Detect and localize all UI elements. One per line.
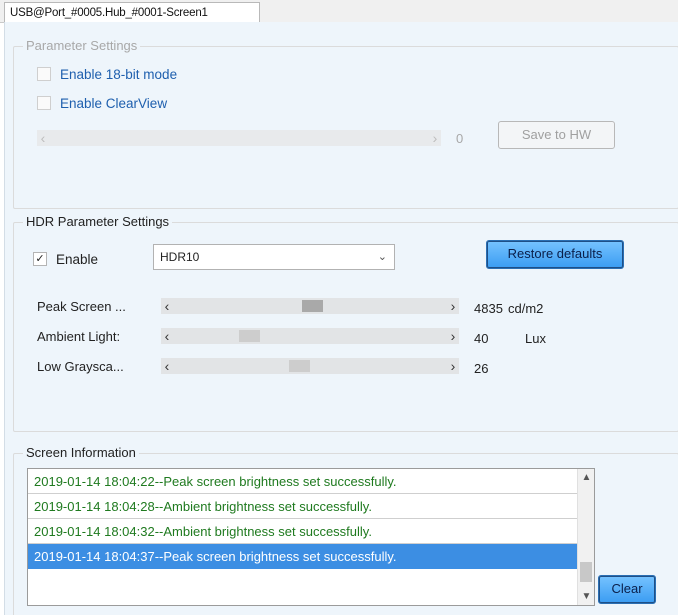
log-scrollbar-thumb[interactable] xyxy=(580,562,592,582)
log-scrollbar[interactable]: ▲ ▼ xyxy=(577,469,594,605)
ambient-light-thumb[interactable] xyxy=(238,330,260,342)
tab-strip: USB@Port_#0005.Hub_#0001-Screen1 xyxy=(0,0,678,24)
enable-clearview-checkbox[interactable] xyxy=(37,96,51,110)
ambient-light-unit: Lux xyxy=(525,331,546,346)
ambient-light-slider[interactable]: ‹ › xyxy=(161,328,459,344)
chevron-right-icon[interactable]: › xyxy=(447,328,459,344)
chevron-left-icon[interactable]: ‹ xyxy=(161,358,173,374)
chevron-right-icon[interactable]: › xyxy=(447,358,459,374)
screen-info-group: Screen Information 2019-01-14 18:04:22--… xyxy=(13,445,678,615)
ambient-light-value: 40 xyxy=(474,331,489,346)
peak-brightness-thumb[interactable] xyxy=(302,300,324,312)
hdr-settings-title: HDR Parameter Settings xyxy=(23,214,173,230)
parameter-settings-title: Parameter Settings xyxy=(23,38,141,54)
hdr-settings-group: HDR Parameter Settings ✓ Enable HDR10 ⌄ … xyxy=(13,214,678,432)
log-entry[interactable]: 2019-01-14 18:04:28--Ambient brightness … xyxy=(28,494,594,519)
enable-18bit-checkbox[interactable] xyxy=(37,67,51,81)
chevron-up-icon[interactable]: ▲ xyxy=(578,469,594,486)
chevron-left-icon[interactable]: ‹ xyxy=(37,130,49,146)
parameter-slider[interactable]: ‹ › xyxy=(37,130,441,146)
chevron-down-icon: ⌄ xyxy=(377,251,387,263)
low-grayscale-thumb[interactable] xyxy=(289,360,311,372)
chevron-right-icon[interactable]: › xyxy=(429,130,441,146)
chevron-down-icon[interactable]: ▼ xyxy=(578,588,594,605)
clear-button[interactable]: Clear xyxy=(598,575,656,604)
ambient-light-label: Ambient Light: xyxy=(37,329,121,344)
peak-brightness-label: Peak Screen ... xyxy=(37,299,126,314)
tab-screen1[interactable]: USB@Port_#0005.Hub_#0001-Screen1 xyxy=(4,2,260,24)
log-entry[interactable]: 2019-01-14 18:04:37--Peak screen brightn… xyxy=(28,544,594,569)
log-entry[interactable]: 2019-01-14 18:04:22--Peak screen brightn… xyxy=(28,469,594,494)
settings-panel: Parameter Settings Enable 18-bit mode En… xyxy=(4,22,678,615)
enable-18bit-row[interactable]: Enable 18-bit mode xyxy=(37,65,177,83)
chevron-left-icon[interactable]: ‹ xyxy=(161,298,173,314)
low-grayscale-value: 26 xyxy=(474,361,489,376)
screen-info-log[interactable]: 2019-01-14 18:04:22--Peak screen brightn… xyxy=(27,468,595,606)
hdr-enable-checkbox[interactable]: ✓ xyxy=(33,252,47,266)
hdr-mode-value: HDR10 xyxy=(160,250,200,264)
screen-info-title: Screen Information xyxy=(23,445,139,461)
chevron-left-icon[interactable]: ‹ xyxy=(161,328,173,344)
restore-defaults-button[interactable]: Restore defaults xyxy=(486,240,624,269)
log-entry[interactable]: 2019-01-14 18:04:32--Ambient brightness … xyxy=(28,519,594,544)
parameter-settings-group: Parameter Settings Enable 18-bit mode En… xyxy=(13,38,678,209)
enable-18bit-label: Enable 18-bit mode xyxy=(60,66,178,82)
chevron-right-icon[interactable]: › xyxy=(447,298,459,314)
enable-clearview-row[interactable]: Enable ClearView xyxy=(37,94,167,112)
low-grayscale-label: Low Graysca... xyxy=(37,359,124,374)
low-grayscale-slider[interactable]: ‹ › xyxy=(161,358,459,374)
hdr-enable-row[interactable]: ✓ Enable xyxy=(33,250,98,268)
peak-brightness-slider[interactable]: ‹ › xyxy=(161,298,459,314)
save-to-hw-button[interactable]: Save to HW xyxy=(498,121,615,149)
peak-brightness-unit: cd/m2 xyxy=(508,301,544,316)
hdr-mode-select[interactable]: HDR10 ⌄ xyxy=(153,244,395,270)
peak-brightness-value: 4835 xyxy=(474,301,503,316)
enable-clearview-label: Enable ClearView xyxy=(60,95,168,111)
parameter-slider-value: 0 xyxy=(456,131,464,146)
hdr-enable-label: Enable xyxy=(56,251,99,267)
